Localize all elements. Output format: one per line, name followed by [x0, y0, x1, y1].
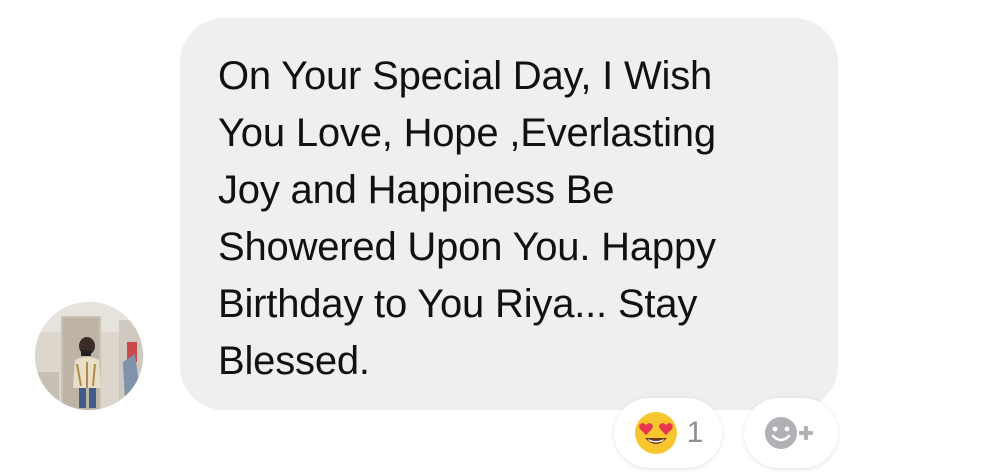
reaction-count: 1 [686, 416, 704, 449]
add-reaction-icon [765, 417, 813, 449]
chat-message-row: On Your Special Day, I Wish You Love, Ho… [0, 0, 994, 475]
sender-avatar[interactable] [35, 302, 143, 410]
add-reaction-button[interactable] [744, 398, 838, 468]
message-text: On Your Special Day, I Wish You Love, Ho… [218, 54, 716, 383]
reaction-summary-pill[interactable]: 1 [614, 398, 722, 468]
message-bubble[interactable]: On Your Special Day, I Wish You Love, Ho… [180, 18, 838, 410]
heart-eyes-emoji-icon [634, 412, 677, 454]
avatar-photo [35, 302, 143, 410]
